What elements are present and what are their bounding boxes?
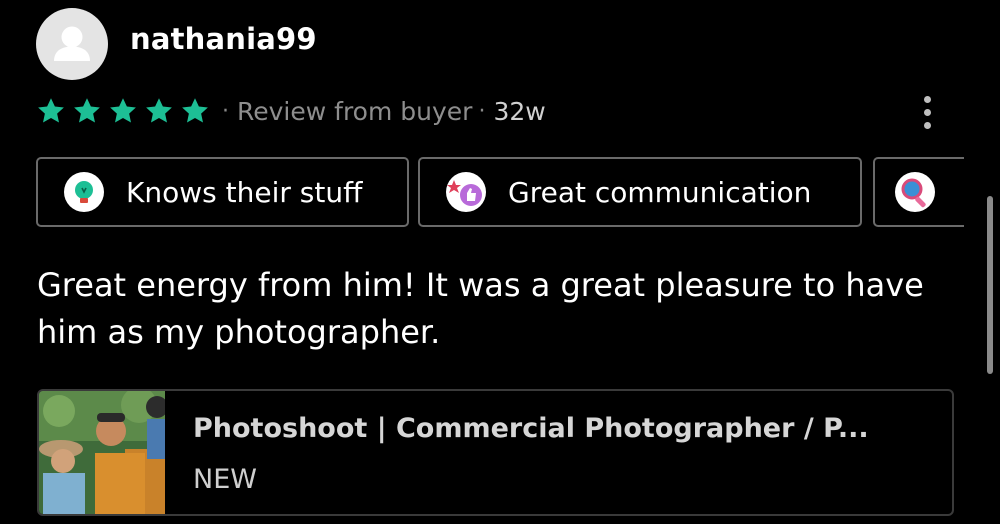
user-silhouette-icon [54, 26, 90, 61]
tag-partial[interactable] [873, 157, 964, 227]
tag-great-communication[interactable]: Great communication [418, 157, 862, 227]
avatar[interactable] [36, 8, 108, 80]
star-icon [146, 98, 172, 123]
gig-thumbnail-image [39, 391, 165, 514]
gig-card[interactable]: Photoshoot | Commercial Photographer / P… [37, 389, 954, 516]
more-options-button[interactable] [910, 90, 944, 134]
tag-knows-their-stuff[interactable]: Knows their stuff [36, 157, 409, 227]
star-icon [182, 98, 208, 123]
magnifier-badge-icon [895, 172, 935, 212]
star-icon [110, 98, 136, 123]
gig-new-badge: NEW [193, 464, 257, 495]
thumbs-up-badge-icon [446, 172, 486, 212]
tag-label: Great communication [508, 175, 812, 209]
separator-dot: · [222, 98, 229, 124]
review-time: 32w [493, 96, 546, 126]
review-meta: · Review from buyer · 32w [36, 92, 546, 130]
review-source: Review from buyer [237, 96, 473, 126]
more-vertical-icon [923, 95, 931, 103]
more-vertical-icon-dot [923, 108, 931, 116]
review-text: Great energy from him! It was a great pl… [37, 266, 924, 351]
star-rating [36, 96, 216, 126]
review-tags: Knows their stuff Great communication [36, 157, 964, 231]
scrollbar[interactable] [987, 196, 993, 374]
star-icon [74, 98, 100, 123]
star-icon [38, 98, 64, 123]
lightbulb-badge-icon [64, 172, 104, 212]
more-vertical-icon-dot [923, 121, 931, 129]
tag-label: Knows their stuff [126, 175, 363, 209]
separator-dot: · [478, 98, 486, 124]
username[interactable]: nathania99 [130, 22, 317, 56]
gig-title[interactable]: Photoshoot | Commercial Photographer / P… [193, 413, 933, 444]
gig-thumbnail[interactable] [39, 391, 165, 514]
